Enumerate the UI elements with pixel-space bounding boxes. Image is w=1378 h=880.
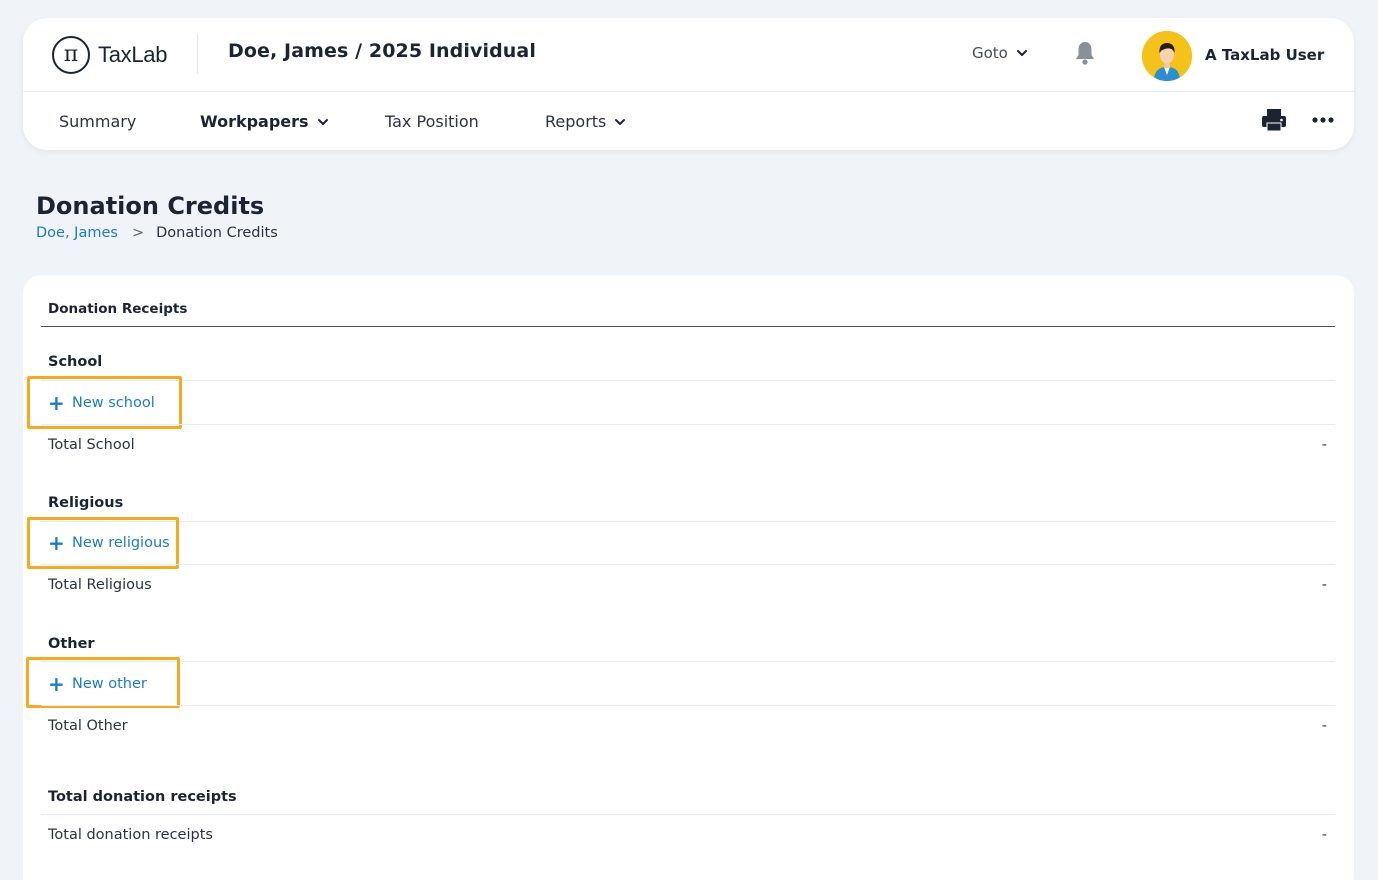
goto-label: Goto [972,44,1008,62]
total-school-label: Total School [48,437,135,453]
printer-icon[interactable] [1261,108,1287,132]
app-header: π TaxLab Doe, James / 2025 Individual Go… [23,18,1354,150]
breadcrumb: Doe, James > Donation Credits [36,225,278,241]
nav-workpapers-label: Workpapers [200,112,309,131]
row-divider [41,814,1335,815]
plus-icon: + [48,672,65,696]
new-other-label: New other [72,676,147,692]
grand-total-label: Total donation receipts [48,827,213,843]
new-religious-button[interactable]: + New religious [48,533,170,553]
more-options-icon[interactable] [1311,116,1335,124]
user-name[interactable]: A TaxLab User [1205,46,1324,64]
page-title: Donation Credits [36,192,265,220]
breadcrumb-separator: > [131,225,145,241]
group-title-school: School [48,354,103,370]
plus-icon: + [48,531,65,555]
plus-icon: + [48,391,65,415]
total-other-label: Total Other [48,718,128,734]
section-title: Donation Receipts [48,301,188,317]
nav-tax-position[interactable]: Tax Position [385,112,479,131]
nav-reports[interactable]: Reports [545,112,626,131]
goto-dropdown[interactable]: Goto [972,44,1028,62]
donation-receipts-card: Donation Receipts School + New school To… [23,275,1354,880]
total-other-value: - [1321,718,1327,734]
header-divider [197,34,198,74]
nav-summary[interactable]: Summary [59,112,136,131]
nav-workpapers[interactable]: Workpapers [200,112,329,131]
new-other-button[interactable]: + New other [48,674,147,694]
new-school-button[interactable]: + New school [48,393,155,413]
pi-logo-icon: π [52,36,90,74]
nav-tax-position-label: Tax Position [385,112,479,131]
header-top-row: π TaxLab Doe, James / 2025 Individual Go… [23,18,1354,92]
chevron-down-icon [1016,50,1027,56]
row-divider [41,521,1335,522]
breadcrumb-current: Donation Credits [156,225,278,241]
grand-total-value: - [1321,827,1327,843]
row-divider [41,424,1335,425]
grand-total-title: Total donation receipts [48,789,237,805]
person-avatar-icon [1142,31,1192,81]
total-religious-label: Total Religious [48,577,152,593]
user-avatar[interactable] [1142,31,1192,81]
main-nav: Summary Workpapers Tax Position Reports [23,92,1354,150]
breadcrumb-client-link[interactable]: Doe, James [36,225,118,241]
taxlab-logo[interactable]: π TaxLab [52,35,167,75]
logo-text: TaxLab [98,42,168,67]
total-school-value: - [1321,437,1327,453]
row-divider [41,380,1335,381]
nav-summary-label: Summary [59,112,137,131]
row-divider [41,661,1335,662]
total-religious-value: - [1321,577,1327,593]
chevron-down-icon [317,118,328,125]
chevron-down-icon [615,118,626,125]
group-title-other: Other [48,636,95,652]
group-title-religious: Religious [48,495,124,511]
client-return-title: Doe, James / 2025 Individual [228,40,536,62]
row-divider [41,564,1335,565]
section-divider [41,326,1335,327]
nav-reports-label: Reports [545,112,607,131]
bell-icon[interactable] [1074,40,1096,66]
row-divider [41,705,1335,706]
new-religious-label: New religious [72,535,170,551]
new-school-label: New school [72,395,155,411]
